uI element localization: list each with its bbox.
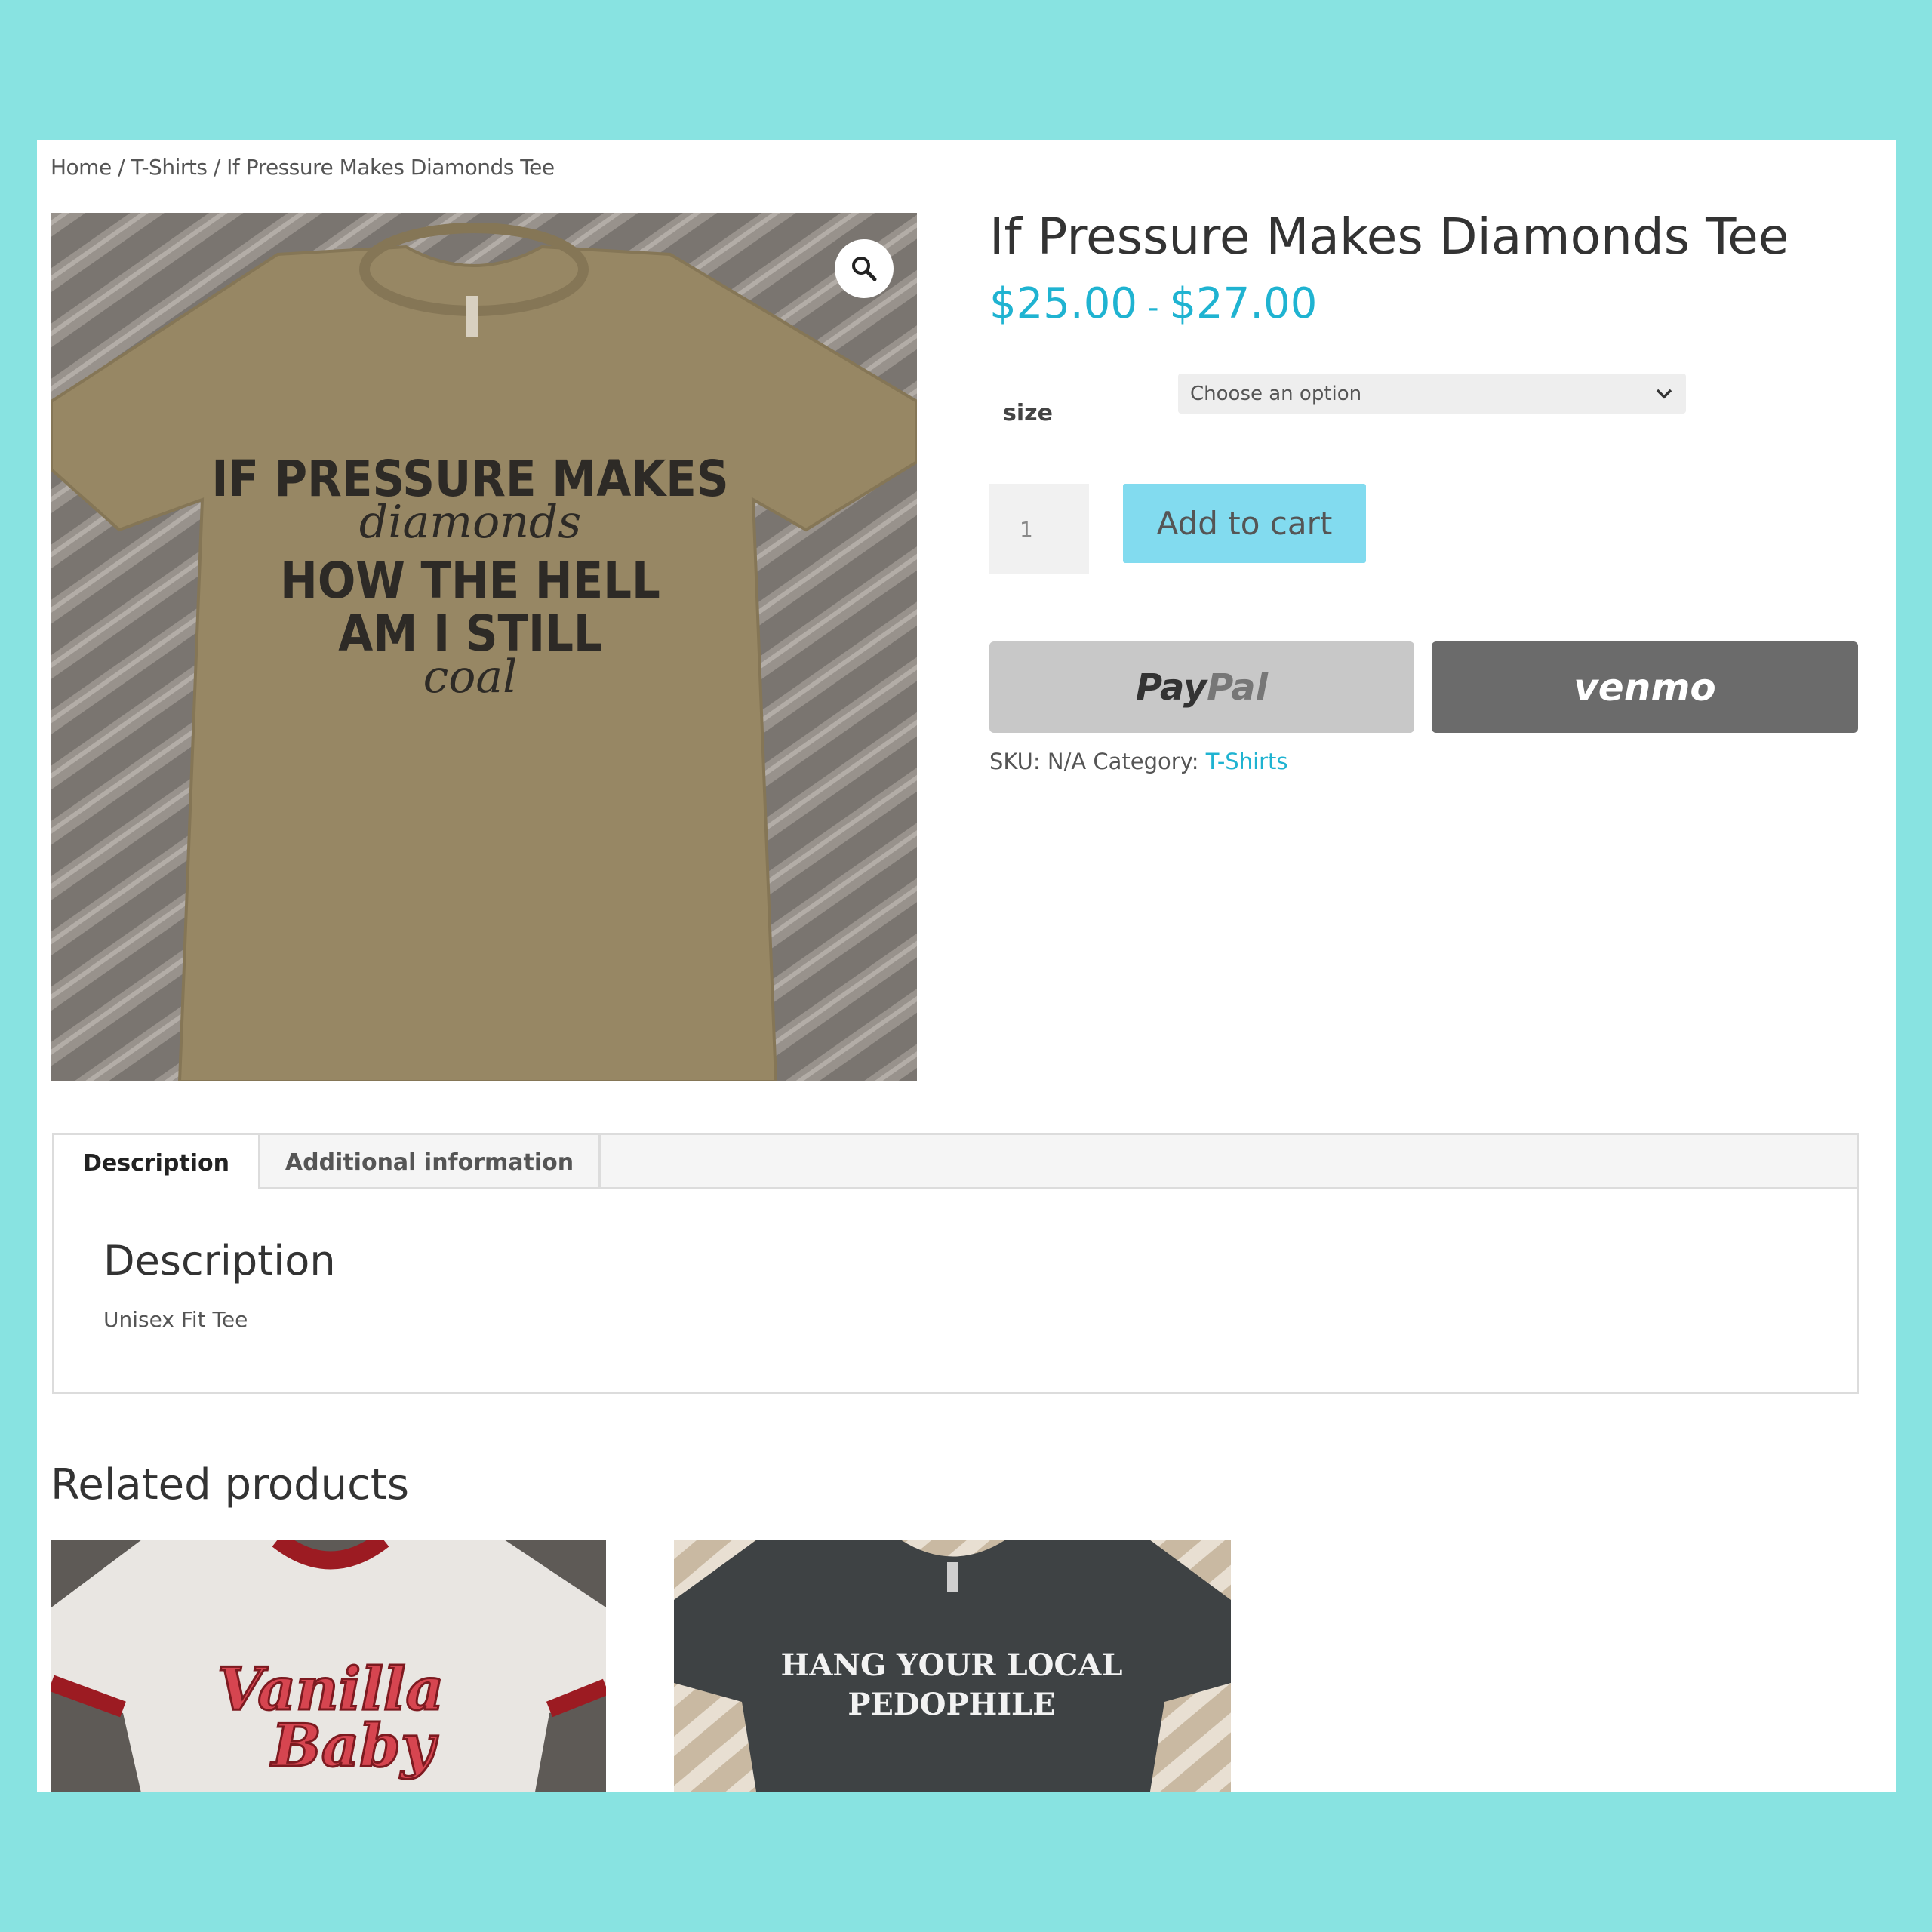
related-print-line2: Baby [270,1712,438,1780]
related-product-image[interactable]: Vanilla Baby [51,1540,606,1792]
related-product-photo: Vanilla Baby [51,1540,606,1792]
zoom-button[interactable] [835,239,894,298]
size-select-value: Choose an option [1190,382,1362,405]
price-range: $25.00 - $27.00 [989,279,1317,328]
description-heading: Description [103,1237,336,1284]
paypal-logo-pal: Pal [1207,666,1269,709]
sku-label: SKU: [989,749,1041,774]
product-photo: IF PRESSURE MAKES diamonds HOW THE HELL … [51,213,917,1081]
shirt-print-line3: HOW THE HELL [280,552,660,610]
product-title: If Pressure Makes Diamonds Tee [989,208,1789,266]
sku-value: N/A [1047,749,1087,774]
breadcrumb-home[interactable]: Home [51,155,112,180]
shirt-print-line5: coal [423,651,518,703]
breadcrumb-category[interactable]: T-Shirts [131,155,208,180]
price-low: $25.00 [989,279,1137,328]
price-high: $27.00 [1169,279,1318,328]
paypal-button[interactable]: Pay Pal [989,641,1414,733]
related-product-photo: HANG YOUR LOCAL PEDOPHILE [674,1540,1231,1792]
size-select[interactable]: Choose an option [1178,374,1686,414]
category-label: Category: [1093,749,1199,774]
tab-additional-information[interactable]: Additional information [258,1135,601,1189]
product-page: Home / T-Shirts / If Pressure Makes Diam… [37,140,1896,1792]
breadcrumb-separator: / [207,155,227,180]
description-text: Unisex Fit Tee [103,1307,248,1332]
quantity-input[interactable]: 1 [989,484,1089,574]
product-main-image[interactable]: IF PRESSURE MAKES diamonds HOW THE HELL … [51,213,917,1081]
magnifier-icon [852,257,877,281]
chevron-down-icon [1656,389,1672,398]
breadcrumb-current: If Pressure Makes Diamonds Tee [226,155,555,180]
related-product-image[interactable]: HANG YOUR LOCAL PEDOPHILE [674,1540,1231,1792]
paypal-logo-pay: Pay [1135,666,1208,709]
breadcrumb: Home / T-Shirts / If Pressure Makes Diam… [51,155,555,180]
tab-description[interactable]: Description [54,1135,258,1192]
product-meta: SKU: N/A Category: T-Shirts [989,749,1288,774]
related-print-line1: HANG YOUR LOCAL [781,1647,1123,1683]
price-separator: - [1147,291,1159,325]
venmo-button[interactable]: venmo [1432,641,1858,733]
shirt-print-line2: diamonds [359,496,581,549]
related-print-line2: PEDOPHILE [848,1687,1055,1722]
size-label: size [1003,400,1053,426]
related-products-heading: Related products [51,1460,410,1509]
product-tabs: Description Additional information Descr… [52,1133,1859,1394]
breadcrumb-separator: / [111,155,131,180]
category-link[interactable]: T-Shirts [1206,749,1288,774]
add-to-cart-button[interactable]: Add to cart [1123,484,1366,563]
